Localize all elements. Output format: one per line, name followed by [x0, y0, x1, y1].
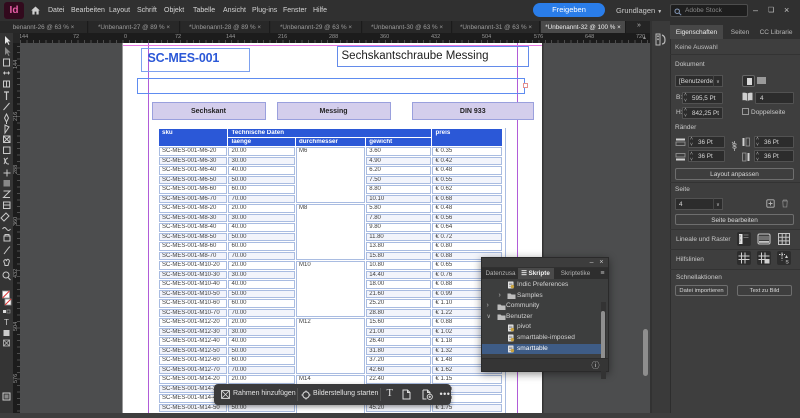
svg-text:T: T — [4, 318, 9, 327]
